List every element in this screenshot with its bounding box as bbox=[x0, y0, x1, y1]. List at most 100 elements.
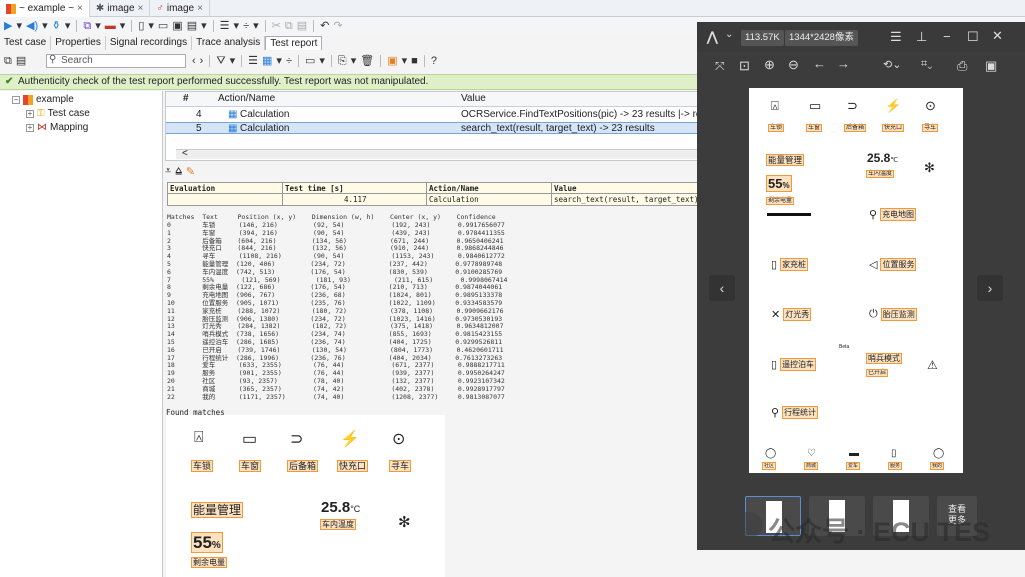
bottom-nav-label: 服务 bbox=[887, 462, 903, 470]
dropdown-icon[interactable]: ▾ bbox=[230, 55, 236, 67]
zoom-in-icon[interactable]: ⊕ bbox=[764, 57, 775, 73]
report-icon[interactable]: ▣ bbox=[387, 55, 397, 67]
paste-icon[interactable]: ▤ bbox=[16, 55, 26, 67]
close-icon[interactable]: × bbox=[197, 3, 203, 14]
forward-icon[interactable]: › bbox=[200, 55, 204, 67]
minimize-icon[interactable]: − bbox=[943, 29, 951, 44]
tab-trace-analysis[interactable]: Trace analysis bbox=[192, 36, 266, 50]
window-icon[interactable]: ▭ bbox=[305, 55, 315, 67]
shot-icon-label: 后备箱 bbox=[286, 459, 319, 472]
tab-test-report[interactable]: Test report bbox=[265, 36, 323, 50]
pin-icon[interactable]: ⊥ bbox=[916, 29, 927, 45]
connector-icon[interactable]: ⧉ bbox=[83, 20, 91, 32]
tab-signal-recordings[interactable]: Signal recordings bbox=[106, 36, 193, 50]
tab-image-1[interactable]: ✱ image × bbox=[90, 0, 151, 17]
tree-label: Test case bbox=[47, 108, 90, 119]
dropdown-icon[interactable]: ▾ bbox=[65, 20, 71, 32]
temp-value: 25.8 bbox=[321, 499, 351, 516]
flag-icon[interactable]: ▬ bbox=[105, 20, 116, 32]
next-icon[interactable]: → bbox=[837, 56, 850, 71]
list-icon[interactable]: ☰ bbox=[248, 55, 258, 67]
tree-node-test-case[interactable]: + ⚿ Test case bbox=[26, 108, 90, 119]
maximize-icon[interactable]: ☐ bbox=[967, 29, 979, 45]
app-grid-icon bbox=[6, 3, 16, 14]
list-icon[interactable]: ☰ bbox=[220, 20, 230, 32]
cut-icon[interactable]: ✂ bbox=[272, 20, 281, 32]
dropdown-icon[interactable]: ▾ bbox=[16, 20, 22, 32]
col-value: Value bbox=[554, 184, 577, 193]
save-icon[interactable]: ▣ bbox=[985, 58, 997, 74]
next-image-button[interactable]: › bbox=[977, 275, 1003, 301]
dropdown-icon[interactable]: ▾ bbox=[95, 20, 101, 32]
tab-example[interactable]: ~ example ~ × bbox=[0, 0, 90, 17]
prev-image-button[interactable]: ‹ bbox=[709, 275, 735, 301]
close-icon[interactable]: × bbox=[138, 3, 144, 14]
dropdown-icon[interactable]: ▾ bbox=[402, 55, 408, 67]
divide-icon[interactable]: ÷ bbox=[243, 20, 249, 32]
tab-properties[interactable]: Properties bbox=[51, 36, 106, 50]
undo-icon[interactable]: ↶ bbox=[320, 20, 329, 32]
zoom-out-icon[interactable]: ⊖ bbox=[788, 57, 799, 73]
redo-icon[interactable]: ↷ bbox=[333, 20, 342, 32]
help-icon[interactable]: ? bbox=[431, 55, 437, 67]
icon-label-text: 车窗 bbox=[238, 460, 262, 472]
copy-icon[interactable]: ⧉ bbox=[285, 20, 293, 32]
divide-icon[interactable]: ÷ bbox=[286, 55, 292, 67]
filter-icon[interactable]: ⛛ bbox=[216, 55, 225, 67]
bottom-nav-icon: ▬ bbox=[849, 448, 859, 459]
toolbar-separator bbox=[423, 55, 425, 67]
dropdown-icon[interactable]: ▾ bbox=[148, 20, 154, 32]
dropdown-icon[interactable]: ⌄ bbox=[725, 29, 733, 40]
search-input[interactable]: ⚲ Search bbox=[46, 54, 186, 68]
export-icon[interactable]: ⎘ bbox=[338, 55, 347, 67]
menu-icon[interactable]: ☰ bbox=[890, 29, 902, 45]
crop-icon[interactable]: ⌗⌄ bbox=[921, 58, 932, 71]
rotate-icon[interactable]: ⟲⌄ bbox=[883, 58, 901, 71]
pin-icon[interactable]: ✎ bbox=[186, 165, 195, 178]
save-icon[interactable]: ▣ bbox=[172, 20, 182, 32]
scroll-left-button[interactable]: < bbox=[182, 148, 188, 160]
actual-size-icon[interactable]: ⊡ bbox=[739, 58, 750, 74]
viewer-icon-label: 车锁 bbox=[767, 122, 785, 132]
back-icon[interactable]: ‹ bbox=[192, 55, 196, 67]
close-icon[interactable]: × bbox=[77, 3, 83, 14]
collapse-down-icon[interactable]: ⩡ bbox=[165, 165, 171, 177]
dropdown-icon[interactable]: ▾ bbox=[276, 55, 282, 67]
battery-highlight: 55% bbox=[766, 175, 792, 192]
collapse-up-icon[interactable]: ⩠ bbox=[175, 165, 182, 177]
previous-icon[interactable]: ← bbox=[813, 56, 826, 71]
stop-icon[interactable]: ■ bbox=[411, 55, 418, 67]
dropdown-icon[interactable]: ▾ bbox=[201, 20, 207, 32]
speaker-icon[interactable]: ◀) bbox=[26, 20, 38, 32]
play-icon[interactable]: ▶ bbox=[4, 20, 12, 32]
shot-battery-label: 剩余电量 bbox=[191, 557, 227, 568]
paste-icon[interactable]: ▤ bbox=[297, 20, 307, 32]
new-file-icon[interactable]: ▯ bbox=[138, 20, 144, 32]
fit-screen-icon[interactable]: ⤧ bbox=[715, 59, 725, 74]
viewer-energy-label: 能量管理 bbox=[765, 154, 805, 166]
bottle-icon[interactable]: ⚱ bbox=[52, 20, 61, 32]
collapse-icon[interactable]: − bbox=[12, 95, 20, 104]
table-icon[interactable]: ▦ bbox=[262, 55, 272, 67]
tab-image-2[interactable]: ♂ image × bbox=[150, 0, 210, 17]
expand-icon[interactable]: + bbox=[26, 123, 34, 132]
tab-label: image bbox=[166, 3, 195, 14]
open-folder-icon[interactable]: ▭ bbox=[158, 20, 168, 32]
dropdown-icon[interactable]: ▾ bbox=[120, 20, 126, 32]
save-all-icon[interactable]: ▤ bbox=[187, 20, 197, 32]
close-icon[interactable]: ✕ bbox=[992, 28, 1003, 44]
dropdown-icon[interactable]: ▾ bbox=[351, 55, 357, 67]
expand-icon[interactable]: + bbox=[26, 109, 34, 118]
toolbar-separator bbox=[297, 55, 299, 67]
dropdown-icon[interactable]: ▾ bbox=[319, 55, 325, 67]
trash-icon[interactable]: 🗑 bbox=[360, 55, 374, 67]
dropdown-icon[interactable]: ▾ bbox=[42, 20, 48, 32]
tree-node-mapping[interactable]: + ⋈ Mapping bbox=[26, 122, 88, 133]
view-tabs: Test case Properties Signal recordings T… bbox=[0, 36, 323, 50]
tree-node-example[interactable]: − example bbox=[12, 94, 74, 105]
dropdown-icon[interactable]: ▾ bbox=[253, 20, 259, 32]
print-icon[interactable]: ⎙ bbox=[957, 58, 967, 74]
copy-icon[interactable]: ⧉ bbox=[4, 55, 12, 67]
tab-test-case[interactable]: Test case bbox=[0, 36, 52, 50]
dropdown-icon[interactable]: ▾ bbox=[234, 20, 240, 32]
